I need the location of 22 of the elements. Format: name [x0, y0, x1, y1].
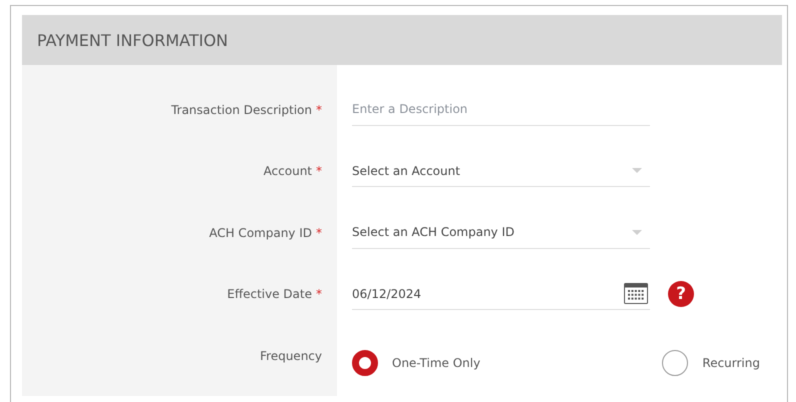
calendar-icon[interactable]: [624, 283, 648, 304]
caret-icon: [632, 230, 642, 235]
radio-button[interactable]: [662, 350, 688, 376]
caret-icon: [632, 168, 642, 174]
required-mark: *: [316, 102, 322, 117]
field-label: Frequency: [260, 348, 322, 363]
radio-label[interactable]: One-Time Only: [392, 356, 480, 370]
description-field[interactable]: Enter a Description: [352, 94, 650, 126]
required-mark: *: [316, 226, 322, 240]
required-mark: *: [316, 164, 322, 178]
help-icon[interactable]: ?: [668, 281, 694, 308]
section-title: PAYMENT INFORMATION: [37, 30, 228, 50]
radio-label[interactable]: Recurring: [702, 356, 760, 370]
field-label: Effective Date: [227, 287, 312, 302]
required-mark: *: [316, 287, 322, 302]
dropdown-field[interactable]: Select an Account: [352, 155, 650, 188]
radio-button[interactable]: [352, 350, 378, 376]
field-label: Account: [264, 164, 312, 178]
dropdown-field[interactable]: Select an ACH Company ID: [352, 216, 650, 249]
field-label: ACH Company ID: [209, 226, 312, 240]
field-label: Transaction Description: [171, 102, 312, 117]
date-field[interactable]: 06/12/2024: [352, 278, 650, 310]
